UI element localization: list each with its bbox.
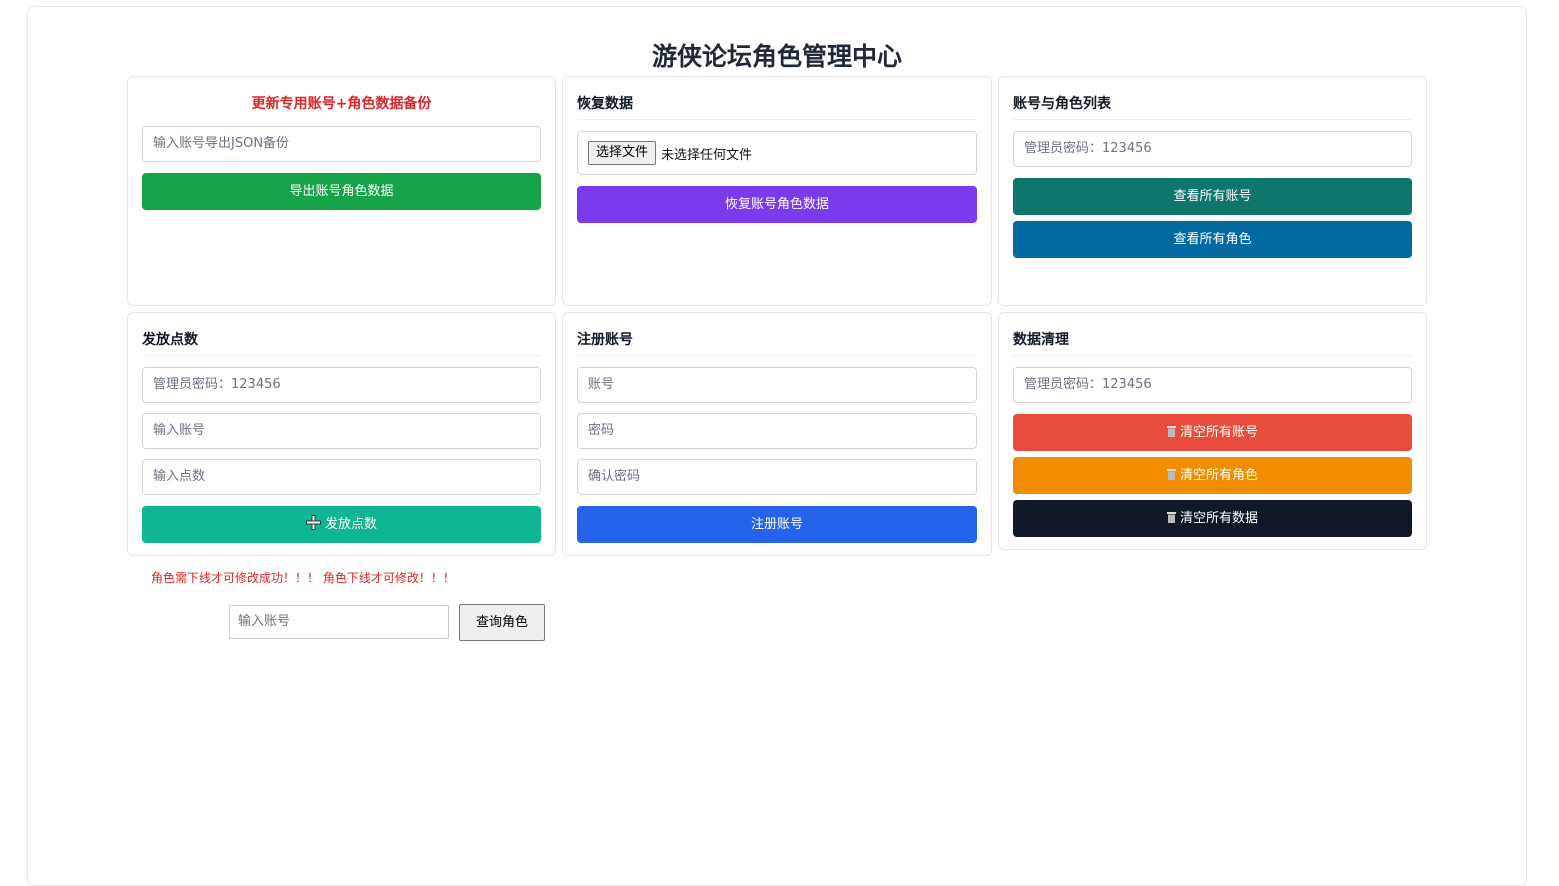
cleanup-card: 数据清理 管理员密码：123456 清空所有账号 清空所有角色 清空所有数据 [998,312,1427,550]
clear-all-label: 清空所有数据 [1179,511,1258,526]
view-accounts-button[interactable]: 查看所有账号 [1013,178,1412,215]
trash-icon [1166,457,1176,494]
clear-all-button[interactable]: 清空所有数据 [1013,500,1412,537]
offline-notice: 角色需下线才可修改成功！！！ 角色下线才可修改！！！ [151,571,455,585]
restore-data-button[interactable]: 恢复账号角色数据 [577,186,977,223]
choose-file-button[interactable]: 选择文件 [588,141,657,165]
no-file-label: 未选择任何文件 [661,147,753,163]
points-card: 发放点数 管理员密码：123456 输入账号 输入点数 发放点数 [127,312,556,556]
plus-icon [305,506,321,543]
restore-card: 恢复数据 选择文件 未选择任何文件 恢复账号角色数据 [562,76,992,306]
clear-accounts-label: 清空所有账号 [1179,425,1258,440]
cleanup-card-title: 数据清理 [1013,329,1412,356]
clear-accounts-button[interactable]: 清空所有账号 [1013,414,1412,451]
register-card-title: 注册账号 [577,329,977,356]
backup-account-input[interactable]: 输入账号导出JSON备份 [142,126,541,162]
trash-icon [1166,414,1176,451]
register-account-input[interactable]: 账号 [577,367,977,403]
points-account-input[interactable]: 输入账号 [142,413,541,449]
page-title: 游侠论坛角色管理中心 [651,42,902,71]
trash-icon [1166,500,1176,537]
export-data-button[interactable]: 导出账号角色数据 [142,173,541,210]
list-admin-password-input[interactable]: 管理员密码：123456 [1013,131,1412,167]
restore-card-title: 恢复数据 [577,93,977,120]
clear-roles-button[interactable]: 清空所有角色 [1013,457,1412,494]
points-card-title: 发放点数 [142,329,541,356]
clear-roles-label: 清空所有角色 [1179,468,1258,483]
register-password-input[interactable]: 密码 [577,413,977,449]
backup-card: 更新专用账号+角色数据备份 输入账号导出JSON备份 导出账号角色数据 [127,76,556,306]
query-role-button[interactable]: 查询角色 [459,604,545,641]
points-admin-password-input[interactable]: 管理员密码：123456 [142,367,541,403]
cleanup-admin-password-input[interactable]: 管理员密码：123456 [1013,367,1412,403]
register-confirm-input[interactable]: 确认密码 [577,459,977,495]
register-card: 注册账号 账号 密码 确认密码 注册账号 [562,312,992,556]
list-card-title: 账号与角色列表 [1013,93,1412,120]
backup-card-title: 更新专用账号+角色数据备份 [251,96,432,112]
issue-points-label: 发放点数 [324,517,377,532]
register-button[interactable]: 注册账号 [577,506,977,543]
view-roles-button[interactable]: 查看所有角色 [1013,221,1412,258]
points-amount-input[interactable]: 输入点数 [142,459,541,495]
file-picker[interactable]: 选择文件 未选择任何文件 [577,131,977,175]
query-account-input[interactable]: 输入账号 [229,605,449,639]
list-card: 账号与角色列表 管理员密码：123456 查看所有账号 查看所有角色 [998,76,1427,306]
issue-points-button[interactable]: 发放点数 [142,506,541,543]
